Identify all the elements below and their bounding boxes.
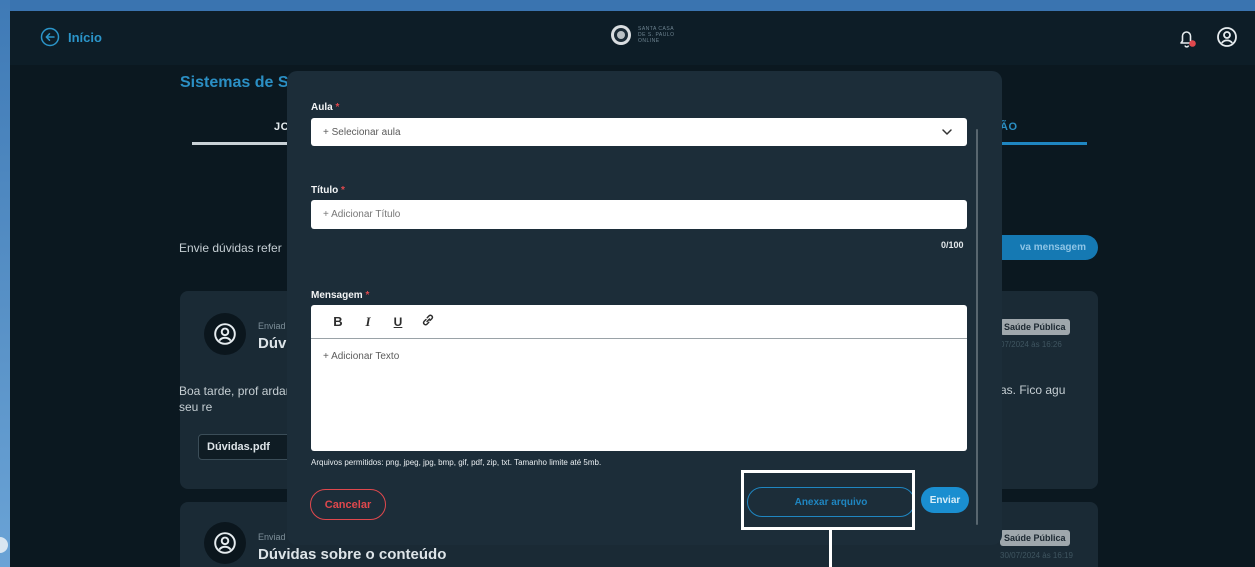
bold-button[interactable]: B <box>331 314 345 329</box>
mensagem-label-text: Mensagem <box>311 290 363 301</box>
message-placeholder: + Adicionar Texto <box>323 351 400 362</box>
titulo-input[interactable]: + Adicionar Título <box>311 200 967 229</box>
back-label: Início <box>68 29 102 45</box>
tab-right[interactable]: ÃO <box>1000 121 1018 133</box>
card-title: Dúvidas sobre o conteúdo <box>258 546 447 563</box>
titulo-placeholder: + Adicionar Título <box>323 209 401 220</box>
window-frame-top <box>0 0 1255 11</box>
highlight-pointer-line <box>829 530 832 567</box>
category-badge: Saúde Pública <box>1000 319 1070 335</box>
new-message-button[interactable]: va mensagem <box>990 235 1098 260</box>
required-mark: * <box>341 185 345 196</box>
tab-right-indicator <box>992 142 1087 145</box>
allowed-files-note: Arquivos permitidos: png, jpeg, jpg, bmp… <box>311 458 602 467</box>
required-mark: * <box>335 102 340 113</box>
back-arrow-icon <box>40 27 60 47</box>
mensagem-label: Mensagem * <box>311 290 369 301</box>
card-date: 30/07/2024 às 16:19 <box>1000 551 1073 560</box>
tab-left-indicator <box>192 142 302 145</box>
app: Início SANTA CASA DE S. PAULO ONLINE Sis… <box>10 11 1255 567</box>
message-editor: B I U + Adicionar Texto <box>311 305 967 451</box>
user-icon <box>214 323 236 345</box>
aula-select-value: + Selecionar aula <box>323 126 401 138</box>
sent-label: Enviad <box>258 532 286 542</box>
page-title: Sistemas de S <box>180 74 289 91</box>
card-body-continued: as. Fico agu <box>1000 383 1066 397</box>
underline-button[interactable]: U <box>391 315 405 329</box>
logo-icon <box>611 25 631 45</box>
window-frame-left <box>0 0 10 567</box>
logo: SANTA CASA DE S. PAULO ONLINE <box>610 24 676 46</box>
user-icon <box>1217 27 1237 47</box>
message-textarea[interactable]: + Adicionar Texto <box>311 339 967 374</box>
bell-icon <box>1180 31 1196 48</box>
required-mark: * <box>365 290 370 301</box>
chevron-down-icon <box>942 129 952 135</box>
sent-label: Enviad <box>258 321 286 331</box>
card-date: 07/2024 às 16:26 <box>1000 340 1062 349</box>
editor-toolbar: B I U <box>311 305 967 339</box>
cancel-button[interactable]: Cancelar <box>310 489 386 520</box>
avatar <box>204 522 246 564</box>
avatar <box>204 313 246 355</box>
link-button[interactable] <box>421 313 435 330</box>
aula-select[interactable]: + Selecionar aula <box>311 118 967 146</box>
italic-button[interactable]: I <box>361 314 375 330</box>
intro-text: Envie dúvidas refer <box>179 241 282 255</box>
category-badge: Saúde Pública <box>1000 530 1070 546</box>
user-menu-button[interactable] <box>1216 26 1238 53</box>
card-title: Dúv <box>258 335 287 352</box>
aula-label: Aula * <box>311 102 339 113</box>
attachment-chip[interactable]: Dúvidas.pdf <box>198 434 293 460</box>
logo-text: SANTA CASA DE S. PAULO ONLINE <box>638 26 675 44</box>
user-icon <box>214 532 236 554</box>
modal-scrollbar[interactable] <box>976 129 978 525</box>
link-icon <box>422 314 434 326</box>
titulo-label-text: Título <box>311 185 339 196</box>
titulo-label: Título * <box>311 185 345 196</box>
highlight-box <box>741 470 915 530</box>
send-button[interactable]: Enviar <box>921 487 969 513</box>
back-button[interactable]: Início <box>40 27 102 47</box>
aula-label-text: Aula <box>311 102 333 113</box>
notifications-button[interactable] <box>1176 27 1198 54</box>
title-char-counter: 0/100 <box>941 240 964 250</box>
top-bar: Início SANTA CASA DE S. PAULO ONLINE <box>10 11 1255 65</box>
